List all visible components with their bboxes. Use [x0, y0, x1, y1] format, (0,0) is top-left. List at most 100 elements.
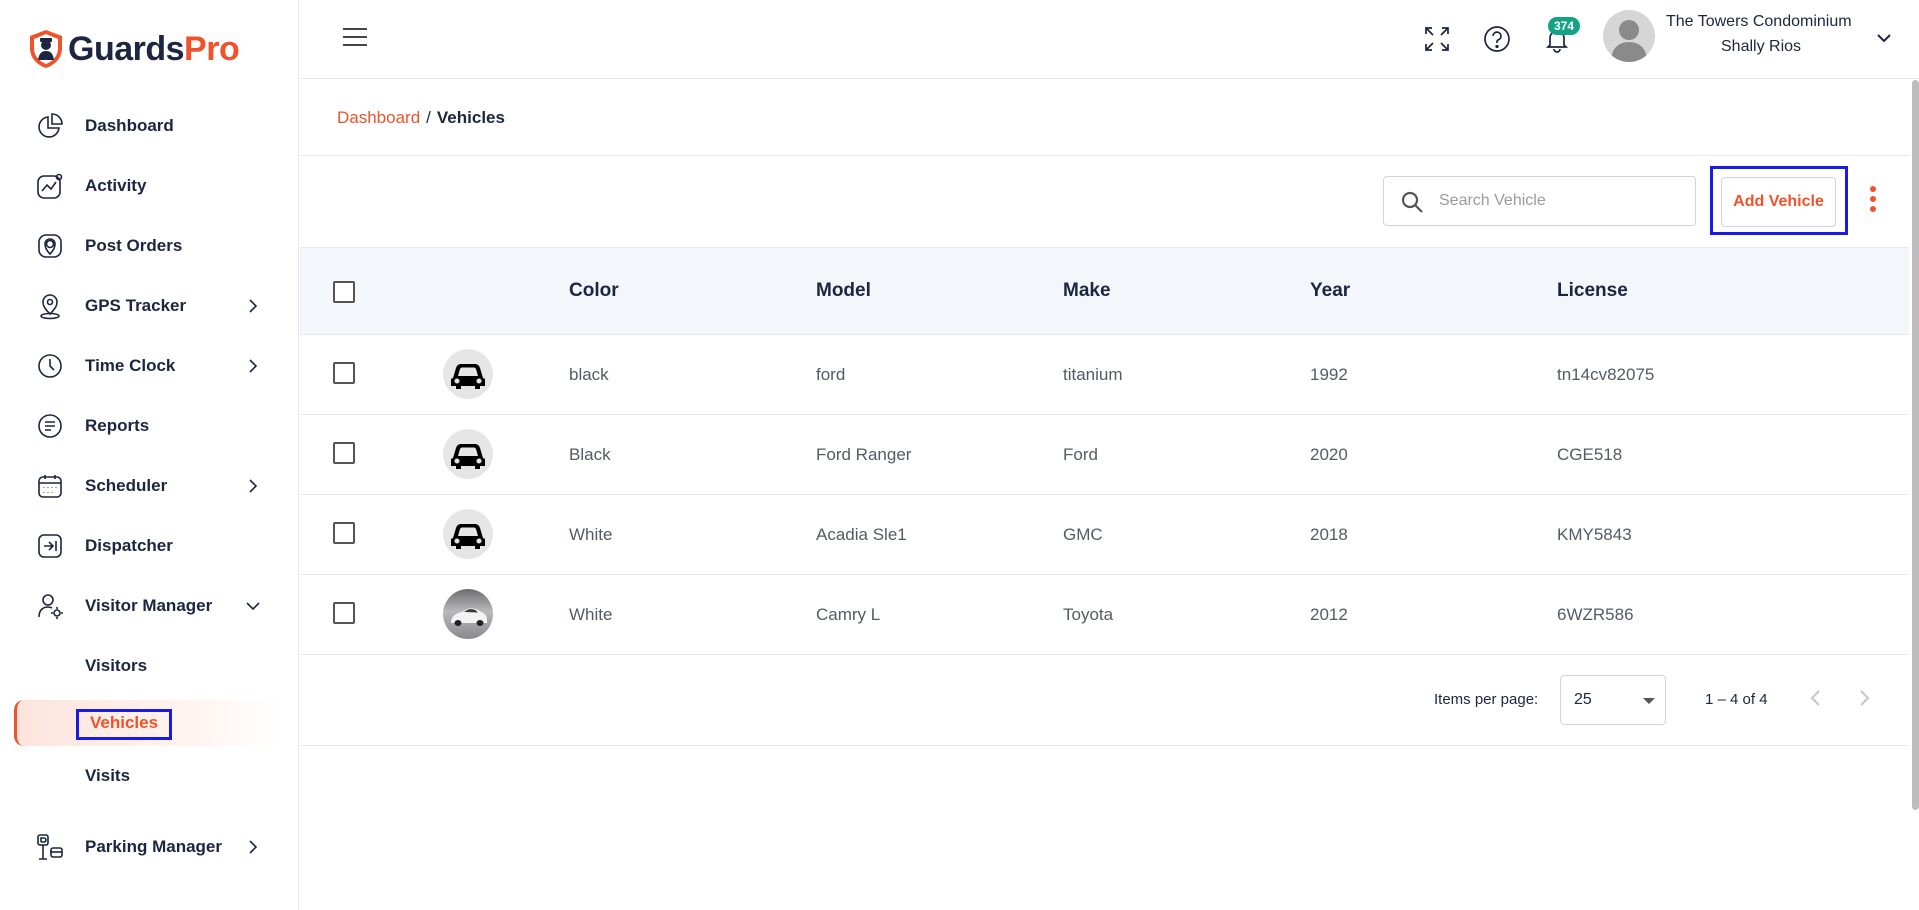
cell-model: Ford Ranger [816, 444, 912, 464]
row-checkbox[interactable] [333, 442, 355, 464]
next-page-icon[interactable] [1853, 687, 1875, 709]
hamburger-menu-icon[interactable] [343, 28, 367, 50]
calendar-icon [35, 471, 65, 501]
pie-chart-icon [35, 111, 65, 141]
sidebar-item-label: Time Clock [85, 356, 176, 375]
cell-make: Ford [1063, 444, 1098, 464]
post-orders-icon [35, 231, 65, 261]
sidebar-subitem-label: Visitors [85, 656, 148, 675]
user-silhouette-icon [1611, 20, 1647, 62]
logo-text: GuardsPro [68, 29, 240, 68]
table-header: Color Model Make Year License [300, 247, 1909, 335]
column-header-color[interactable]: Color [569, 248, 619, 334]
cell-year: 2020 [1310, 444, 1348, 464]
column-header-year[interactable]: Year [1310, 248, 1350, 334]
sidebar-item-activity[interactable]: Activity [0, 164, 299, 208]
sidebar-item-reports[interactable]: Reports [0, 404, 299, 448]
breadcrumb-current: Vehicles [436, 108, 505, 127]
table-row[interactable]: Black Ford Ranger Ford 2020 CGE518 [300, 415, 1909, 495]
user-organization: The Towers Condominium [1666, 13, 1852, 30]
sidebar-item-time-clock[interactable]: Time Clock [0, 344, 299, 388]
page-range-label: 1 – 4 of 4 [1705, 691, 1768, 708]
car-photo [443, 589, 493, 639]
select-all-checkbox[interactable] [333, 281, 355, 303]
sidebar-item-label: Visitor Manager [85, 596, 213, 615]
cell-year: 2012 [1310, 604, 1348, 624]
search-input[interactable] [1439, 187, 1684, 215]
sidebar-item-parking-manager[interactable]: Parking Manager [0, 825, 299, 869]
column-header-model[interactable]: Model [816, 248, 871, 334]
cell-model: Camry L [816, 604, 881, 624]
sidebar-item-label: Activity [85, 176, 147, 195]
dropdown-arrow-icon [1643, 698, 1655, 704]
previous-page-icon[interactable] [1805, 687, 1827, 709]
top-bar: 374 The Towers Condominium Shally Rios [300, 0, 1919, 79]
sidebar-item-label: Post Orders [85, 236, 183, 255]
column-header-make[interactable]: Make [1063, 248, 1111, 334]
cell-license: KMY5843 [1557, 524, 1632, 544]
help-icon[interactable] [1482, 24, 1512, 54]
cell-color: black [569, 364, 609, 384]
fullscreen-icon[interactable] [1422, 24, 1452, 54]
sidebar-subitem-visitors[interactable]: Visitors [0, 644, 299, 688]
notification-count-badge: 374 [1548, 17, 1581, 35]
row-checkbox[interactable] [333, 522, 355, 544]
vehicles-table: Color Model Make Year License black ford… [300, 247, 1909, 655]
activity-icon [35, 171, 65, 201]
more-options-icon[interactable] [1866, 186, 1880, 218]
cell-make: GMC [1063, 524, 1103, 544]
map-pin-icon [35, 291, 65, 321]
avatar[interactable] [1603, 10, 1655, 62]
sidebar-item-scheduler[interactable]: Scheduler [0, 464, 299, 508]
sidebar-item-label: Parking Manager [85, 837, 222, 856]
sidebar-item-gps-tracker[interactable]: GPS Tracker [0, 284, 299, 328]
items-per-page-label: Items per page: [1434, 691, 1539, 708]
cell-license: tn14cv82075 [1557, 364, 1655, 384]
search-box [1383, 176, 1696, 226]
items-per-page-value: 25 [1574, 691, 1592, 708]
chevron-right-icon [244, 838, 262, 856]
chevron-right-icon [244, 477, 262, 495]
parking-icon [35, 832, 65, 862]
cell-color: White [569, 524, 613, 544]
column-header-license[interactable]: License [1557, 248, 1628, 334]
vehicles-highlight-box [76, 709, 172, 740]
table-row[interactable]: White Acadia Sle1 GMC 2018 KMY5843 [300, 495, 1909, 575]
cell-make: titanium [1063, 364, 1123, 384]
guardspro-logo[interactable]: GuardsPro [28, 26, 240, 72]
cell-license: 6WZR586 [1557, 604, 1634, 624]
sidebar-item-label: GPS Tracker [85, 296, 187, 315]
cell-year: 2018 [1310, 524, 1348, 544]
breadcrumb-bar: Dashboard / Vehicles [300, 80, 1910, 156]
add-vehicle-highlight-box [1710, 166, 1848, 235]
cell-year: 1992 [1310, 364, 1348, 384]
cell-color: White [569, 604, 613, 624]
chevron-down-icon [244, 597, 262, 615]
chevron-down-icon[interactable] [1874, 28, 1894, 48]
search-icon [1399, 189, 1425, 215]
shield-logo-icon [30, 30, 62, 68]
sidebar-item-visitor-manager[interactable]: Visitor Manager [0, 584, 299, 628]
row-checkbox[interactable] [333, 602, 355, 624]
cell-make: Toyota [1063, 604, 1114, 624]
car-icon [443, 509, 493, 559]
row-checkbox[interactable] [333, 362, 355, 384]
sidebar-subitem-visits[interactable]: Visits [0, 754, 299, 798]
items-per-page-select[interactable]: 25 [1560, 675, 1666, 725]
breadcrumb-dashboard-link[interactable]: Dashboard [337, 108, 420, 127]
car-icon [443, 349, 493, 399]
table-row[interactable]: black ford titanium 1992 tn14cv82075 [300, 335, 1909, 415]
breadcrumb: Dashboard / Vehicles [337, 108, 505, 128]
visitor-icon [35, 591, 65, 621]
sidebar-item-dashboard[interactable]: Dashboard [0, 104, 299, 148]
sidebar-item-post-orders[interactable]: Post Orders [0, 224, 299, 268]
user-name: Shally Rios [1721, 38, 1802, 55]
table-row[interactable]: White Camry L Toyota 2012 6WZR586 [300, 575, 1909, 655]
sidebar-item-dispatcher[interactable]: Dispatcher [0, 524, 299, 568]
car-icon [443, 429, 493, 479]
sidebar-item-label: Scheduler [85, 476, 168, 495]
chevron-right-icon [244, 357, 262, 375]
sidebar-item-label: Dashboard [85, 116, 174, 135]
sidebar-item-label: Dispatcher [85, 536, 173, 555]
vertical-scrollbar[interactable] [1912, 80, 1919, 810]
